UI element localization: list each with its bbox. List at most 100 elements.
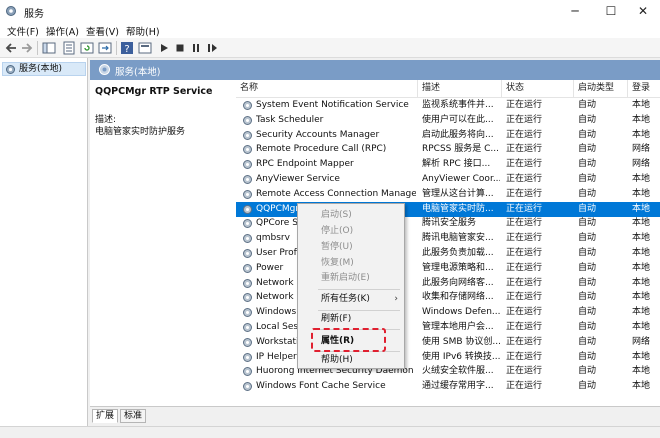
cell-logon: 本地	[632, 262, 651, 273]
cell-logon: 本地	[632, 292, 651, 303]
cell-logon: 本地	[632, 307, 651, 318]
column-header-startup-type[interactable]: 启动类型	[574, 80, 628, 97]
menu-item-refresh[interactable]: 刷新(F)	[298, 312, 404, 327]
service-gear-icon	[243, 189, 252, 199]
cell-logon: 本地	[632, 351, 651, 362]
cell-desc: 电脑管家实时防...	[422, 203, 494, 214]
cell-status: 正在运行	[506, 248, 543, 258]
cell-status: 正在运行	[506, 381, 543, 392]
service-gear-icon	[243, 160, 252, 170]
properties-icon[interactable]	[62, 41, 76, 55]
table-row[interactable]: RPC Endpoint Mapper 解析 RPC 接口... 正在运行 自动 网络	[236, 157, 660, 172]
menu-item-pause[interactable]: 暂停(U)	[298, 240, 404, 255]
cell-desc: 此服务向网络客...	[422, 277, 494, 288]
cell-start: 自动	[578, 262, 597, 273]
tab-extended[interactable]: 扩展	[92, 409, 119, 423]
cell-status: 正在运行	[506, 218, 543, 229]
cell-logon: 本地	[632, 114, 651, 125]
cell-start: 自动	[578, 174, 597, 184]
table-row[interactable]: Remote Procedure Call (RPC) RPCSS 服务是 C..…	[236, 142, 660, 157]
table-row[interactable]: AnyViewer Service AnyViewer Coor... 正在运行 自动…	[236, 172, 660, 187]
cell-desc: 管理本地用户会...	[422, 322, 494, 332]
cell-status: 正在运行	[506, 144, 543, 155]
cell-status: 正在运行	[506, 351, 543, 362]
export-icon[interactable]	[98, 41, 112, 55]
service-gear-icon	[243, 234, 252, 244]
cell-desc: 管理电源策略和...	[422, 262, 494, 273]
cell-status: 正在运行	[506, 277, 543, 288]
cell-status: 正在运行	[506, 262, 543, 273]
cell-desc: 使用 SMB 协议创...	[422, 336, 500, 347]
cell-logon: 本地	[632, 174, 651, 184]
refresh-icon[interactable]	[80, 41, 94, 55]
forward-icon[interactable]	[20, 41, 34, 55]
start-icon[interactable]	[157, 41, 171, 55]
service-gear-icon	[243, 204, 252, 214]
restart-icon[interactable]	[205, 41, 219, 55]
cell-logon: 本地	[632, 381, 651, 392]
cell-status: 正在运行	[506, 203, 543, 214]
table-row[interactable]: Remote Access Connection Manager 管理从这台计算.…	[236, 187, 660, 202]
menu-item-all-tasks[interactable]: 所有任务(K) ›	[298, 292, 404, 307]
table-row[interactable]: Security Accounts Manager 启动此服务将向... 正在运行 自…	[236, 128, 660, 143]
service-gear-icon	[243, 323, 252, 332]
menu-view[interactable]: 查看(V)	[86, 24, 119, 38]
column-header-name[interactable]: 名称	[236, 80, 418, 97]
back-icon[interactable]	[4, 41, 18, 55]
toolbar-separator	[37, 41, 38, 55]
service-gear-icon	[243, 101, 252, 110]
cell-status: 正在运行	[506, 174, 543, 184]
cell-desc: 解析 RPC 接口...	[422, 159, 491, 170]
cell-desc: 监视系统事件并...	[422, 100, 494, 110]
cell-name: RPC Endpoint Mapper	[256, 159, 354, 170]
minimize-button[interactable]: ─	[558, 0, 592, 22]
menu-item-help[interactable]: 帮助(H)	[298, 353, 404, 368]
cell-start: 自动	[578, 100, 597, 110]
properties-highlight-box	[311, 328, 386, 352]
column-header-status[interactable]: 状态	[502, 80, 574, 97]
cell-logon: 本地	[632, 203, 651, 214]
cell-logon: 本地	[632, 322, 651, 332]
services-icon	[6, 65, 15, 74]
menu-item-stop[interactable]: 停止(O)	[298, 224, 404, 239]
cell-logon: 本地	[632, 218, 651, 229]
column-header-logon[interactable]: 登录	[628, 80, 660, 97]
cell-status: 正在运行	[506, 366, 543, 377]
toolbar-view-icon[interactable]	[138, 41, 152, 55]
tab-standard[interactable]: 标准	[120, 409, 147, 423]
cell-name: Remote Procedure Call (RPC)	[256, 144, 387, 155]
cell-logon: 本地	[632, 248, 651, 258]
service-gear-icon	[243, 293, 252, 303]
cell-desc: 管理从这台计算...	[422, 188, 494, 199]
tree-item-label: 服务(本地)	[19, 64, 63, 74]
table-row[interactable]: System Event Notification Service 监视系统事件并…	[236, 98, 660, 113]
cell-desc: 启动此服务将向...	[422, 129, 494, 140]
cell-desc: 通过缓存常用字...	[422, 381, 494, 392]
cell-name: Windows Font Cache Service	[256, 381, 386, 392]
cell-start: 自动	[578, 322, 597, 332]
menu-item-restart[interactable]: 重新启动(E)	[298, 271, 404, 286]
stop-icon[interactable]	[173, 41, 187, 55]
description-pane: QQPCMgr RTP Service 描述: 电脑管家实时防护服务	[90, 80, 236, 406]
pause-icon[interactable]	[189, 41, 203, 55]
cell-logon: 本地	[632, 100, 651, 110]
cell-logon: 本地	[632, 129, 651, 140]
service-gear-icon	[243, 263, 252, 273]
help-icon[interactable]: ?	[120, 41, 134, 55]
cell-desc: AnyViewer Coor...	[422, 174, 500, 184]
close-button[interactable]: ✕	[626, 0, 660, 22]
menu-file[interactable]: 文件(F)	[7, 24, 39, 38]
table-row[interactable]: Task Scheduler 使用户可以在此... 正在运行 自动 本地	[236, 113, 660, 128]
service-gear-icon	[243, 175, 252, 184]
menu-action[interactable]: 操作(A)	[46, 24, 79, 38]
maximize-button[interactable]: ☐	[594, 0, 628, 22]
cell-status: 正在运行	[506, 188, 543, 199]
table-row[interactable]: Windows Font Cache Service 通过缓存常用字... 正在运行…	[236, 379, 660, 394]
tree-item-services-local[interactable]: 服务(本地)	[2, 62, 86, 76]
show-tree-icon[interactable]	[42, 41, 56, 55]
menu-help[interactable]: 帮助(H)	[126, 24, 160, 38]
cell-start: 自动	[578, 336, 597, 347]
menu-item-start[interactable]: 启动(S)	[298, 208, 404, 223]
column-header-description[interactable]: 描述	[418, 80, 502, 97]
menu-item-resume[interactable]: 恢复(M)	[298, 256, 404, 271]
